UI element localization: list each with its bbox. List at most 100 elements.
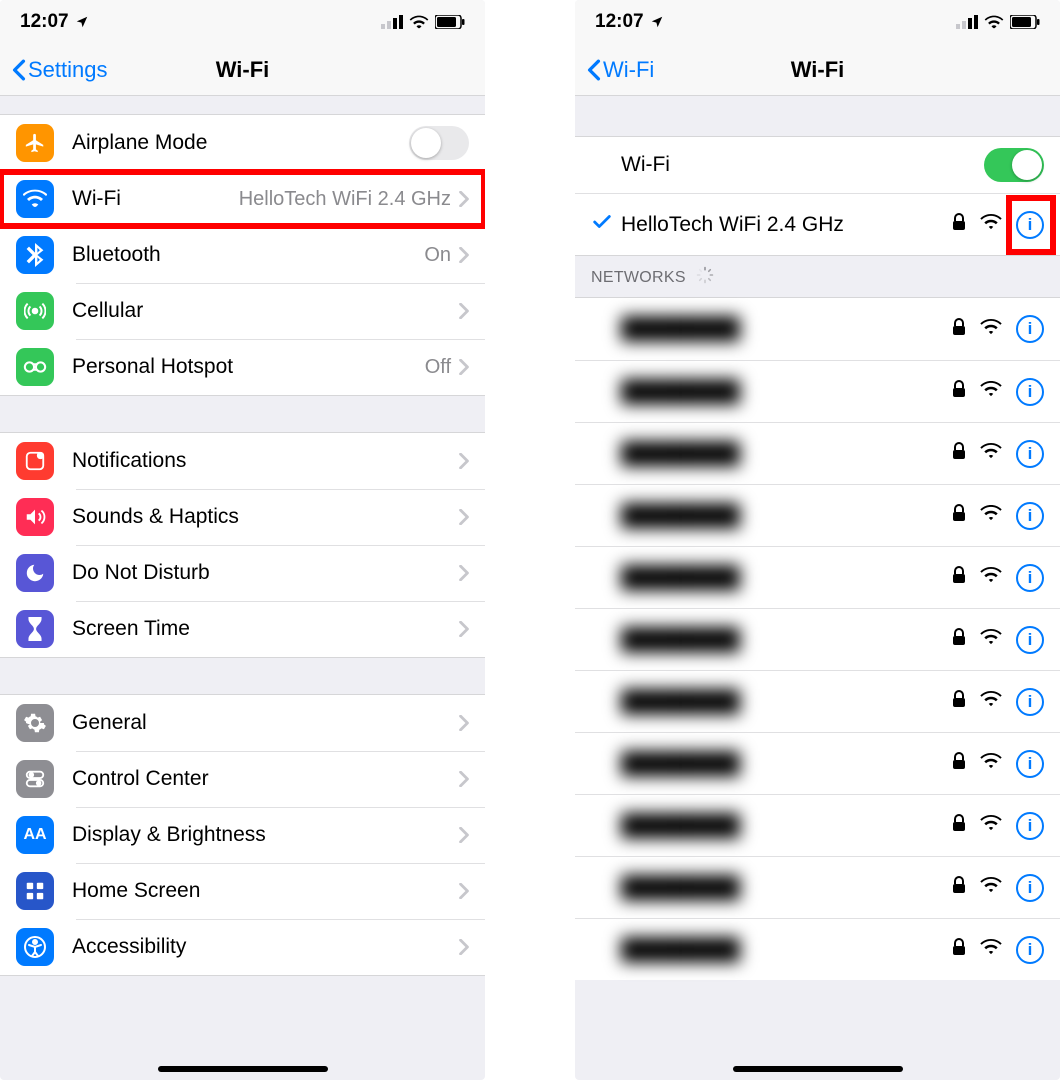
settings-screen: 12:07 Settings Wi-Fi <box>0 0 485 1080</box>
lock-icon <box>952 690 966 713</box>
info-icon[interactable]: i <box>1016 750 1044 778</box>
wifi-signal-icon <box>980 505 1002 526</box>
row-label: Bluetooth <box>72 243 161 267</box>
network-row[interactable]: ████████ i <box>575 670 1060 732</box>
row-screentime[interactable]: Screen Time <box>0 601 485 657</box>
wifi-status-icon <box>409 15 429 29</box>
dnd-icon <box>16 554 54 592</box>
row-value: Off <box>425 356 451 379</box>
row-label: Wi-Fi <box>621 153 670 177</box>
wifi-signal-icon <box>980 214 1002 235</box>
chevron-right-icon <box>459 827 469 843</box>
row-general[interactable]: General <box>0 695 485 751</box>
back-button[interactable]: Wi-Fi <box>587 57 654 83</box>
wifi-icon <box>16 180 54 218</box>
row-accessibility[interactable]: Accessibility <box>0 919 485 975</box>
row-bluetooth[interactable]: Bluetooth On <box>0 227 485 283</box>
bluetooth-icon <box>16 236 54 274</box>
info-icon[interactable]: i <box>1016 688 1044 716</box>
spinner-icon <box>696 266 714 289</box>
status-bar: 12:07 <box>575 0 1060 44</box>
row-airplane-mode[interactable]: Airplane Mode <box>0 115 485 171</box>
network-row[interactable]: ████████ i <box>575 298 1060 360</box>
network-name-blurred: ████████ <box>621 690 952 714</box>
row-label: Accessibility <box>72 935 186 959</box>
back-button[interactable]: Settings <box>12 57 108 83</box>
chevron-right-icon <box>459 621 469 637</box>
home-indicator[interactable] <box>158 1066 328 1072</box>
nav-bar: Settings Wi-Fi <box>0 44 485 96</box>
row-label: Cellular <box>72 299 143 323</box>
row-label: Control Center <box>72 767 209 791</box>
nav-bar: Wi-Fi Wi-Fi <box>575 44 1060 96</box>
connected-network-row[interactable]: HelloTech WiFi 2.4 GHz i <box>575 193 1060 255</box>
row-label: Notifications <box>72 449 186 473</box>
airplane-toggle[interactable] <box>409 126 469 160</box>
network-row[interactable]: ████████ i <box>575 360 1060 422</box>
wifi-signal-icon <box>980 939 1002 960</box>
row-label: Personal Hotspot <box>72 355 233 379</box>
wifi-signal-icon <box>980 443 1002 464</box>
network-name-blurred: ████████ <box>621 380 952 404</box>
row-notifications[interactable]: Notifications <box>0 433 485 489</box>
network-row[interactable]: ████████ i <box>575 794 1060 856</box>
network-row[interactable]: ████████ i <box>575 918 1060 980</box>
chevron-right-icon <box>459 359 469 375</box>
network-row[interactable]: ████████ i <box>575 546 1060 608</box>
info-icon[interactable]: i <box>1016 936 1044 964</box>
network-name-blurred: ████████ <box>621 566 952 590</box>
wifi-signal-icon <box>980 381 1002 402</box>
info-icon[interactable]: i <box>1016 812 1044 840</box>
row-cellular[interactable]: Cellular <box>0 283 485 339</box>
cellular-icon <box>381 15 403 29</box>
hotspot-icon <box>16 348 54 386</box>
info-icon[interactable]: i <box>1016 211 1044 239</box>
network-row[interactable]: ████████ i <box>575 484 1060 546</box>
row-wifi-toggle[interactable]: Wi-Fi <box>575 137 1060 193</box>
row-sounds[interactable]: Sounds & Haptics <box>0 489 485 545</box>
lock-icon <box>952 213 966 236</box>
info-icon[interactable]: i <box>1016 378 1044 406</box>
home-screen-icon <box>16 872 54 910</box>
lock-icon <box>952 566 966 589</box>
lock-icon <box>952 504 966 527</box>
control-center-icon <box>16 760 54 798</box>
info-icon[interactable]: i <box>1016 502 1044 530</box>
checkmark-icon <box>591 211 621 239</box>
wifi-signal-icon <box>980 753 1002 774</box>
network-name-blurred: ████████ <box>621 938 952 962</box>
row-control-center[interactable]: Control Center <box>0 751 485 807</box>
row-wifi[interactable]: Wi-Fi HelloTech WiFi 2.4 GHz <box>0 171 485 227</box>
network-name-blurred: ████████ <box>621 814 952 838</box>
home-indicator[interactable] <box>733 1066 903 1072</box>
row-hotspot[interactable]: Personal Hotspot Off <box>0 339 485 395</box>
row-label: Airplane Mode <box>72 131 207 155</box>
wifi-toggle-group: Wi-Fi HelloTech WiFi 2.4 GHz i <box>575 136 1060 256</box>
row-label: Do Not Disturb <box>72 561 210 585</box>
row-home-screen[interactable]: Home Screen <box>0 863 485 919</box>
chevron-right-icon <box>459 771 469 787</box>
wifi-signal-icon <box>980 691 1002 712</box>
networks-header: NETWORKS <box>575 256 1060 297</box>
chevron-right-icon <box>459 939 469 955</box>
row-value: On <box>424 244 451 267</box>
info-icon[interactable]: i <box>1016 626 1044 654</box>
network-row[interactable]: ████████ i <box>575 856 1060 918</box>
notifications-icon <box>16 442 54 480</box>
back-label: Wi-Fi <box>603 57 654 83</box>
wifi-toggle[interactable] <box>984 148 1044 182</box>
row-dnd[interactable]: Do Not Disturb <box>0 545 485 601</box>
lock-icon <box>952 752 966 775</box>
settings-group-connectivity: Airplane Mode Wi-Fi HelloTech WiFi 2.4 G… <box>0 114 485 396</box>
network-row[interactable]: ████████ i <box>575 608 1060 670</box>
info-icon[interactable]: i <box>1016 874 1044 902</box>
info-icon[interactable]: i <box>1016 440 1044 468</box>
row-display[interactable]: AA Display & Brightness <box>0 807 485 863</box>
chevron-right-icon <box>459 303 469 319</box>
network-row[interactable]: ████████ i <box>575 422 1060 484</box>
info-icon[interactable]: i <box>1016 315 1044 343</box>
info-icon[interactable]: i <box>1016 564 1044 592</box>
lock-icon <box>952 380 966 403</box>
network-row[interactable]: ████████ i <box>575 732 1060 794</box>
status-bar: 12:07 <box>0 0 485 44</box>
